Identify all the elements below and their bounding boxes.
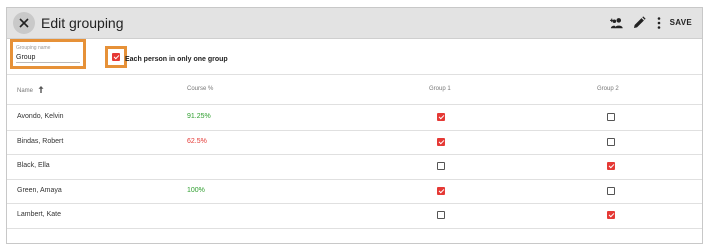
close-icon <box>19 18 29 28</box>
row-divider <box>7 227 702 229</box>
one-group-checkbox[interactable] <box>112 53 120 61</box>
group-2-checkbox[interactable] <box>607 186 615 195</box>
group-2-checkbox[interactable] <box>607 137 615 146</box>
row-name: Lambert, Kate <box>17 211 61 218</box>
divider <box>7 74 702 75</box>
row-name: Green, Amaya <box>17 186 62 194</box>
column-header-group-2[interactable]: Group 2 <box>597 86 619 92</box>
group-2-checkbox[interactable] <box>607 113 615 121</box>
one-group-label: Each person in only one group <box>125 56 228 63</box>
header-divider <box>7 104 702 105</box>
grouping-name-value: Group <box>16 54 36 61</box>
row-divider <box>7 129 702 131</box>
row-divider <box>7 203 702 204</box>
grouping-name-field[interactable]: Grouping name Group <box>10 39 86 69</box>
row-course-percent: 91.25% <box>187 113 211 120</box>
row-divider <box>7 154 702 155</box>
column-header-name[interactable]: Name <box>17 86 44 94</box>
row-course-percent: 62.5% <box>187 137 207 145</box>
toolbar: Edit grouping SAVE <box>7 8 702 39</box>
group-1-checkbox[interactable] <box>437 113 445 121</box>
field-underline <box>16 62 80 63</box>
save-button[interactable]: SAVE <box>670 18 692 27</box>
group-1-checkbox[interactable] <box>437 211 445 219</box>
edit-pencil-icon[interactable] <box>632 16 646 30</box>
row-name: Avondo, Kelvin <box>17 113 64 120</box>
more-vert-icon[interactable] <box>652 16 666 30</box>
row-name: Bindas, Robert <box>17 137 64 145</box>
row-name: Black, Ella <box>17 162 50 169</box>
add-people-icon[interactable] <box>610 16 624 30</box>
group-2-checkbox[interactable] <box>607 211 615 219</box>
row-divider <box>7 178 702 180</box>
group-2-checkbox[interactable] <box>607 162 615 170</box>
grouping-name-label: Grouping name <box>16 45 51 51</box>
group-1-checkbox[interactable] <box>437 137 445 146</box>
column-header-course[interactable]: Course % <box>187 86 213 92</box>
sort-arrow-up-icon <box>38 86 44 93</box>
close-button[interactable] <box>13 12 35 34</box>
edit-grouping-dialog: Edit grouping SAVE Grouping name Group E… <box>6 7 703 244</box>
column-header-group-1[interactable]: Group 1 <box>429 86 451 92</box>
page-title: Edit grouping <box>41 15 124 31</box>
group-1-checkbox[interactable] <box>437 162 445 170</box>
row-course-percent: 100% <box>187 186 205 194</box>
group-1-checkbox[interactable] <box>437 186 445 195</box>
